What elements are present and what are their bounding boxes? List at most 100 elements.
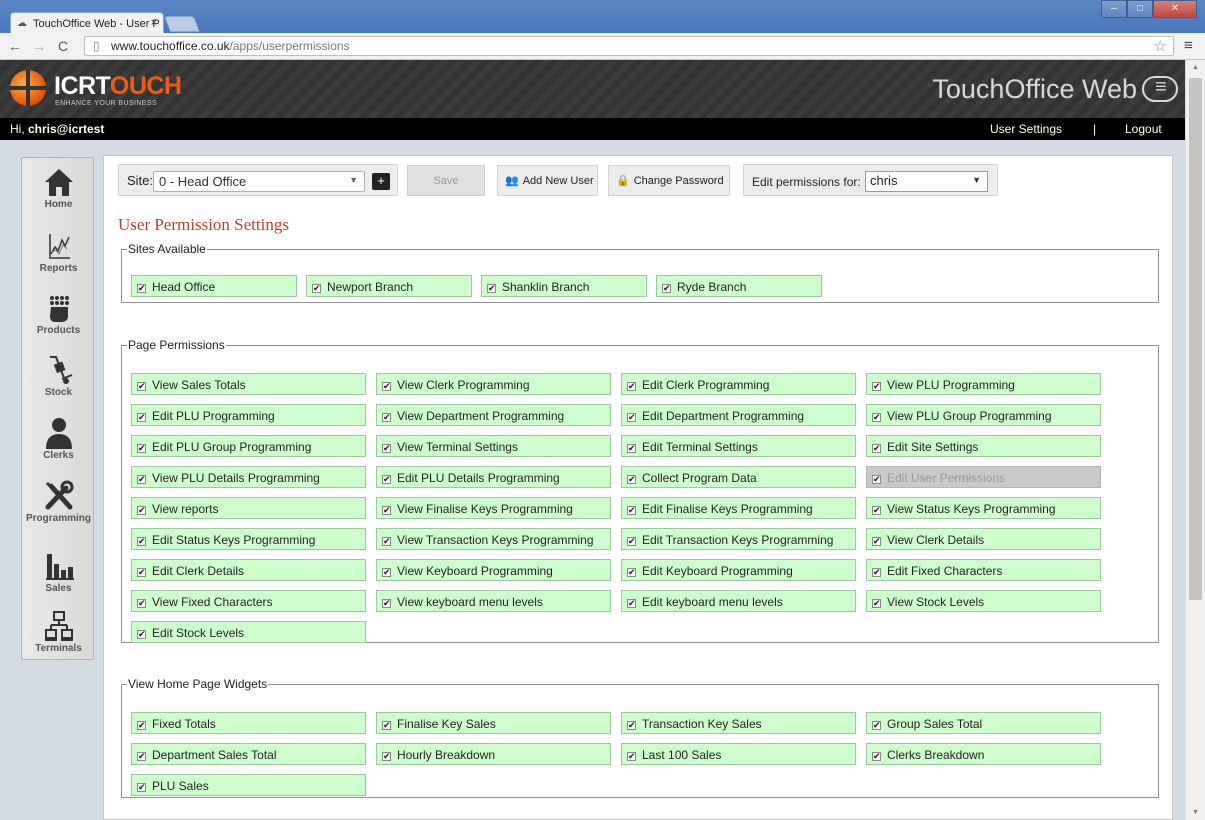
checkmark-icon: ✔ [627, 536, 636, 546]
checkbox-edit-stock-levels[interactable]: ✔ Edit Stock Levels [131, 621, 366, 643]
checkbox-edit-keyboard-menu-levels[interactable]: ✔ Edit keyboard menu levels [621, 590, 856, 612]
site-select[interactable]: 0 - Head Office ▼ [153, 171, 365, 192]
checkmark-icon: ✔ [872, 536, 881, 546]
checkbox-edit-transaction-keys-programming[interactable]: ✔ Edit Transaction Keys Programming [621, 528, 856, 550]
checkbox-view-stock-levels[interactable]: ✔ View Stock Levels [866, 590, 1101, 612]
checkbox-edit-site-settings[interactable]: ✔ Edit Site Settings [866, 435, 1101, 457]
browser-menu-icon[interactable]: ≡ [1184, 37, 1193, 54]
checkbox-view-department-programming[interactable]: ✔ View Department Programming [376, 404, 611, 426]
checkbox-edit-plu-group-programming[interactable]: ✔ Edit PLU Group Programming [131, 435, 366, 457]
checkmark-icon: ✔ [872, 567, 881, 577]
checkbox-ryde-branch[interactable]: ✔ Ryde Branch [656, 275, 822, 297]
checkbox-edit-status-keys-programming[interactable]: ✔ Edit Status Keys Programming [131, 528, 366, 550]
checkmark-icon: ✔ [137, 505, 146, 515]
checkbox-view-plu-programming[interactable]: ✔ View PLU Programming [866, 373, 1101, 395]
checkbox-department-sales-total[interactable]: ✔ Department Sales Total [131, 743, 366, 765]
user-select[interactable]: chris ▼ [865, 171, 988, 192]
checkmark-icon: ✔ [872, 412, 881, 422]
checkbox-edit-fixed-characters[interactable]: ✔ Edit Fixed Characters [866, 559, 1101, 581]
checkbox-view-status-keys-programming[interactable]: ✔ View Status Keys Programming [866, 497, 1101, 519]
sidebar-item-clerks[interactable]: Clerks [22, 417, 95, 461]
checkbox-view-finalise-keys-programming[interactable]: ✔ View Finalise Keys Programming [376, 497, 611, 519]
checkbox-clerks-breakdown[interactable]: ✔ Clerks Breakdown [866, 743, 1101, 765]
checkbox-edit-department-programming[interactable]: ✔ Edit Department Programming [621, 404, 856, 426]
checkbox-edit-clerk-details[interactable]: ✔ Edit Clerk Details [131, 559, 366, 581]
checkbox-edit-finalise-keys-programming[interactable]: ✔ Edit Finalise Keys Programming [621, 497, 856, 519]
checkbox-group-sales-total[interactable]: ✔ Group Sales Total [866, 712, 1101, 734]
scroll-down-icon[interactable]: ▼ [1192, 809, 1199, 816]
browser-tab-strip: ☁ TouchOffice Web - User P × – □ ✕ [0, 0, 1205, 34]
sidebar-item-programming[interactable]: Programming [22, 480, 95, 524]
checkbox-view-sales-totals[interactable]: ✔ View Sales Totals [131, 373, 366, 395]
checkbox-view-terminal-settings[interactable]: ✔ View Terminal Settings [376, 435, 611, 457]
bookmark-star-icon[interactable]: ☆ [1154, 37, 1167, 55]
sidebar-label: Programming [25, 513, 91, 524]
checkbox-edit-plu-programming[interactable]: ✔ Edit PLU Programming [131, 404, 366, 426]
sidebar-item-stock[interactable]: Stock [22, 354, 95, 398]
user-settings-link[interactable]: User Settings [990, 122, 1062, 136]
add-new-user-button[interactable]: 👥 Add New User [497, 165, 598, 196]
scroll-thumb[interactable] [1189, 78, 1202, 600]
checkbox-view-fixed-characters[interactable]: ✔ View Fixed Characters [131, 590, 366, 612]
sidebar-label: Sales [45, 583, 72, 594]
checkbox-head-office[interactable]: ✔ Head Office [131, 275, 297, 297]
new-tab-button[interactable] [164, 16, 200, 32]
checkbox-view-clerk-programming[interactable]: ✔ View Clerk Programming [376, 373, 611, 395]
checkbox-label: View Finalise Keys Programming [397, 502, 573, 516]
back-arrow-icon[interactable]: ← [8, 38, 22, 54]
sidebar-item-products[interactable]: Products [22, 292, 95, 336]
checkbox-label: Clerks Breakdown [887, 748, 985, 762]
checkbox-label: Edit Transaction Keys Programming [642, 533, 834, 547]
checkbox-shanklin-branch[interactable]: ✔ Shanklin Branch [481, 275, 647, 297]
stock-icon [49, 356, 72, 384]
reload-icon[interactable]: C [58, 38, 68, 54]
checkbox-finalise-key-sales[interactable]: ✔ Finalise Key Sales [376, 712, 611, 734]
sidebar-item-sales[interactable]: Sales [22, 550, 95, 594]
checkbox-edit-plu-details-programming[interactable]: ✔ Edit PLU Details Programming [376, 466, 611, 488]
checkbox-edit-clerk-programming[interactable]: ✔ Edit Clerk Programming [621, 373, 856, 395]
terminals-icon [44, 611, 73, 641]
url-field[interactable]: ▯ www.touchoffice.co.uk/apps/userpermiss… [84, 36, 1174, 56]
cloud-logo-icon [1142, 76, 1178, 102]
checkbox-view-keyboard-programming[interactable]: ✔ View Keyboard Programming [376, 559, 611, 581]
checkbox-view-keyboard-menu-levels[interactable]: ✔ View keyboard menu levels [376, 590, 611, 612]
checkbox-fixed-totals[interactable]: ✔ Fixed Totals [131, 712, 366, 734]
change-password-button[interactable]: 🔒 Change Password [608, 165, 730, 196]
sidebar-item-terminals[interactable]: Terminals [22, 610, 95, 654]
close-window-icon[interactable]: ✕ [1153, 0, 1197, 18]
vertical-scrollbar[interactable]: ▲ ▼ [1185, 60, 1205, 820]
checkbox-collect-program-data[interactable]: ✔ Collect Program Data [621, 466, 856, 488]
checkbox-hourly-breakdown[interactable]: ✔ Hourly Breakdown [376, 743, 611, 765]
checkbox-label: View Stock Levels [887, 595, 985, 609]
checkbox-label: Ryde Branch [677, 280, 747, 294]
minimize-icon[interactable]: – [1101, 0, 1127, 18]
add-site-button[interactable]: + [372, 173, 390, 190]
checkbox-label: Edit Department Programming [642, 409, 805, 423]
checkbox-view-plu-details-programming[interactable]: ✔ View PLU Details Programming [131, 466, 366, 488]
checkmark-icon: ✔ [872, 381, 881, 391]
checkmark-icon: ✔ [382, 720, 391, 730]
checkbox-newport-branch[interactable]: ✔ Newport Branch [306, 275, 472, 297]
checkbox-view-reports[interactable]: ✔ View reports [131, 497, 366, 519]
checkbox-view-transaction-keys-programming[interactable]: ✔ View Transaction Keys Programming [376, 528, 611, 550]
checkbox-view-plu-group-programming[interactable]: ✔ View PLU Group Programming [866, 404, 1101, 426]
close-tab-icon[interactable]: × [151, 17, 157, 29]
maximize-icon[interactable]: □ [1127, 0, 1153, 18]
sidebar-item-home[interactable]: Home [22, 166, 95, 210]
checkbox-edit-keyboard-programming[interactable]: ✔ Edit Keyboard Programming [621, 559, 856, 581]
checkmark-icon: ✔ [627, 412, 636, 422]
scroll-up-icon[interactable]: ▲ [1192, 64, 1199, 71]
checkbox-edit-terminal-settings[interactable]: ✔ Edit Terminal Settings [621, 435, 856, 457]
checkbox-last-100-sales[interactable]: ✔ Last 100 Sales [621, 743, 856, 765]
browser-tab[interactable]: ☁ TouchOffice Web - User P × [10, 12, 164, 34]
checkbox-transaction-key-sales[interactable]: ✔ Transaction Key Sales [621, 712, 856, 734]
logout-link[interactable]: Logout [1125, 122, 1162, 136]
checkbox-label: View Fixed Characters [152, 595, 273, 609]
checkmark-icon: ✔ [627, 720, 636, 730]
checkbox-plu-sales[interactable]: ✔ PLU Sales [131, 774, 366, 796]
sidebar-item-reports[interactable]: Reports [22, 230, 95, 274]
save-button[interactable]: Save [407, 165, 485, 196]
checkbox-view-clerk-details[interactable]: ✔ View Clerk Details [866, 528, 1101, 550]
forward-arrow-icon[interactable]: → [32, 38, 46, 54]
icr-globe-logo-icon [10, 70, 46, 106]
